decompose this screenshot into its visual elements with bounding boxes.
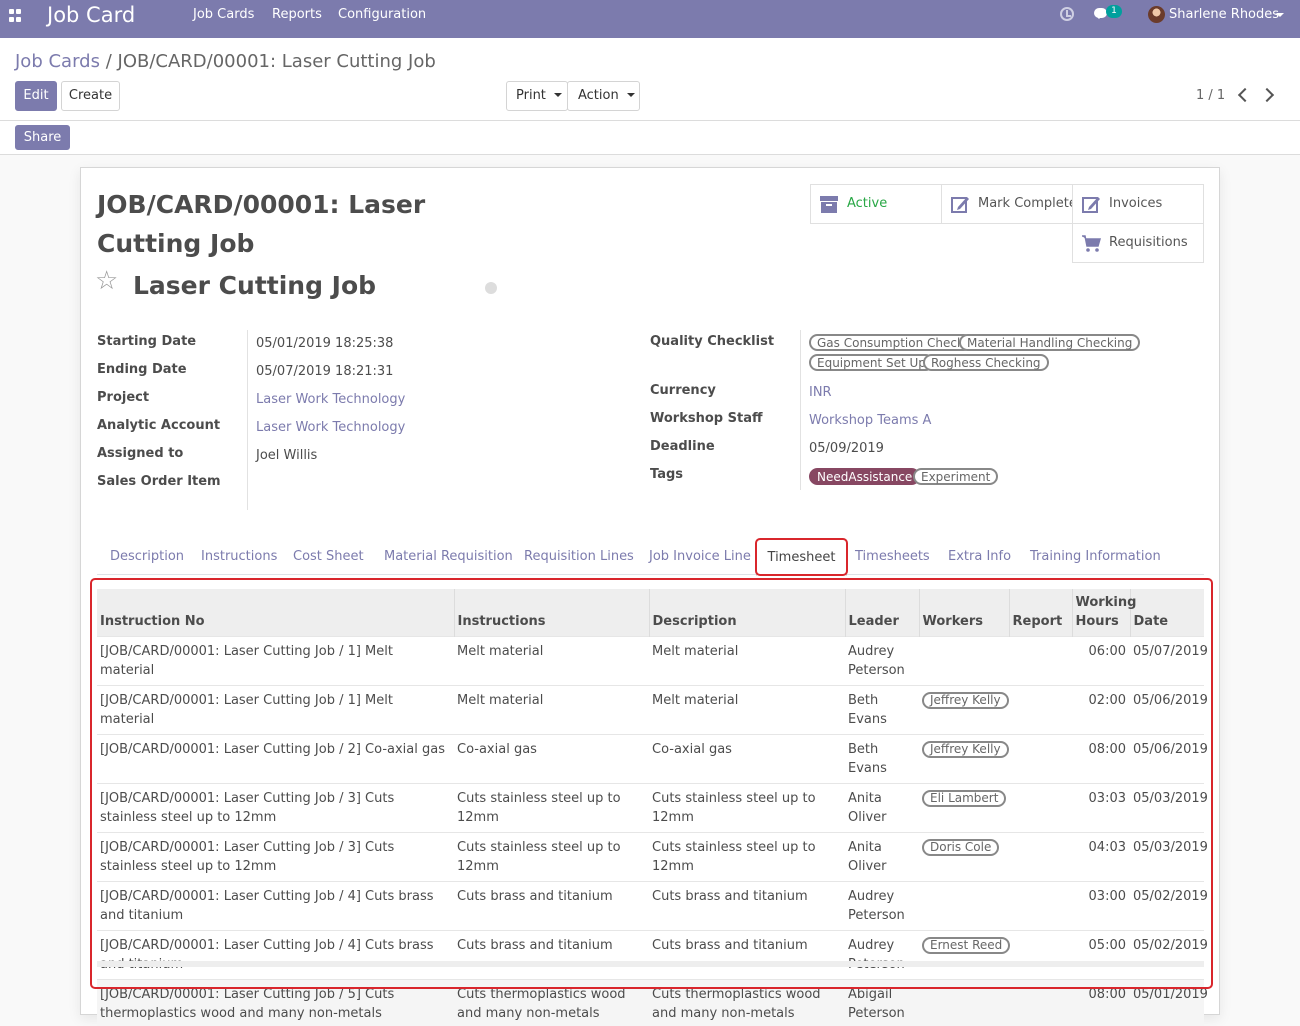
pager-value[interactable]: 1 / 1: [1196, 88, 1225, 103]
tab-cost-sheet[interactable]: Cost Sheet: [293, 549, 364, 564]
deadline-value: 05/09/2019: [809, 441, 884, 456]
timesheet-tab-highlight: [755, 538, 848, 576]
ending-date-label: Ending Date: [97, 362, 187, 377]
action-caret-icon: [626, 93, 635, 101]
analytic-account-link[interactable]: Laser Work Technology: [256, 420, 405, 435]
menu-reports[interactable]: Reports: [272, 7, 322, 22]
activity-clock-icon[interactable]: [1060, 7, 1074, 21]
tab-timesheets[interactable]: Timesheets: [855, 549, 930, 564]
share-button[interactable]: Share: [15, 125, 70, 150]
deadline-label: Deadline: [650, 439, 715, 454]
assigned-to-value: Joel Willis: [256, 448, 318, 463]
mark-complete-smart-button[interactable]: Mark Complete: [941, 184, 1077, 224]
pager-next-icon[interactable]: [1259, 87, 1275, 103]
starting-date-value: 05/01/2019 18:25:38: [256, 336, 394, 351]
tab-description[interactable]: Description: [110, 549, 184, 564]
currency-link[interactable]: INR: [809, 385, 832, 400]
menu-job-cards[interactable]: Job Cards: [193, 7, 254, 22]
top-navbar: Job Card Job Cards Reports Configuration…: [0, 0, 1300, 38]
create-button[interactable]: Create: [61, 81, 120, 111]
archive-box-icon: [820, 196, 838, 213]
starting-date-label: Starting Date: [97, 334, 197, 349]
quality-tag-material-handling[interactable]: Material Handling Checking: [959, 334, 1141, 351]
tag-experiment[interactable]: Experiment: [913, 468, 999, 485]
control-panel: Job Cards / JOB/CARD/00001: Laser Cuttin…: [0, 38, 1300, 155]
edit-square-icon: [1082, 197, 1100, 213]
currency-label: Currency: [650, 383, 716, 398]
invoices-label: Invoices: [1109, 196, 1163, 211]
requisitions-label: Requisitions: [1109, 235, 1188, 250]
tab-instructions[interactable]: Instructions: [201, 549, 277, 564]
project-link[interactable]: Laser Work Technology: [256, 392, 405, 407]
quality-tag-roghess-checking[interactable]: Roghess Checking: [923, 354, 1049, 371]
tab-requisition-lines[interactable]: Requisition Lines: [524, 549, 634, 564]
breadcrumb: Job Cards / JOB/CARD/00001: Laser Cuttin…: [15, 51, 436, 72]
requisitions-smart-button[interactable]: Requisitions: [1072, 223, 1204, 263]
tag-need-assistance[interactable]: NeedAssistance: [809, 468, 921, 485]
action-dropdown[interactable]: Action: [567, 81, 640, 111]
print-label: Print: [516, 88, 546, 103]
user-menu-caret-icon[interactable]: [1276, 13, 1284, 21]
right-group-separator: [800, 330, 801, 490]
app-brand[interactable]: Job Card: [47, 3, 135, 27]
messages-icon[interactable]: [1094, 8, 1107, 19]
left-group-separator: [247, 330, 248, 510]
action-label: Action: [578, 88, 619, 103]
breadcrumb-current: JOB/CARD/00001: Laser Cutting Job: [117, 51, 436, 72]
kanban-state-dot[interactable]: [485, 282, 497, 294]
invoices-smart-button[interactable]: Invoices: [1072, 184, 1204, 224]
breadcrumb-separator: /: [105, 51, 112, 72]
quality-checklist-label: Quality Checklist: [650, 334, 775, 349]
tab-job-invoice-line[interactable]: Job Invoice Line: [649, 549, 751, 564]
assigned-to-label: Assigned to: [97, 446, 184, 461]
apps-menu-icon[interactable]: [9, 9, 23, 23]
workshop-staff-link[interactable]: Workshop Teams A: [809, 413, 931, 428]
favorite-star-icon[interactable]: ☆: [95, 268, 118, 294]
edit-square-icon: [951, 197, 969, 213]
edit-button[interactable]: Edit: [15, 81, 57, 111]
shopping-cart-icon: [1082, 235, 1101, 252]
workshop-staff-label: Workshop Staff: [650, 411, 763, 426]
user-avatar[interactable]: [1148, 6, 1165, 23]
record-title: JOB/CARD/00001: Laser Cutting Job: [97, 190, 426, 258]
tags-label: Tags: [650, 467, 684, 482]
user-name[interactable]: Sharlene Rhodes: [1169, 7, 1279, 22]
tabs-underline: [97, 574, 1204, 575]
menu-configuration[interactable]: Configuration: [338, 7, 426, 22]
print-dropdown[interactable]: Print: [506, 81, 568, 111]
quality-tag-equipment-setup[interactable]: Equipment Set Up: [809, 354, 934, 371]
form-sheet: JOB/CARD/00001: Laser Cutting Job ☆ Lase…: [80, 167, 1220, 1026]
breadcrumb-parent-link[interactable]: Job Cards: [15, 51, 100, 72]
control-panel-divider: [0, 120, 1300, 121]
mark-complete-label: Mark Complete: [978, 196, 1077, 211]
tab-training-information[interactable]: Training Information: [1030, 549, 1161, 564]
tab-extra-info[interactable]: Extra Info: [948, 549, 1011, 564]
tab-material-requisition[interactable]: Material Requisition: [384, 549, 513, 564]
messages-count-badge: 1: [1106, 5, 1122, 18]
active-label: Active: [847, 196, 888, 211]
ending-date-value: 05/07/2019 18:21:31: [256, 364, 394, 379]
record-subtitle: Laser Cutting Job: [133, 271, 377, 300]
analytic-account-label: Analytic Account: [97, 418, 221, 433]
sales-order-item-label: Sales Order Item: [97, 474, 221, 489]
print-caret-icon: [553, 93, 562, 101]
active-smart-button[interactable]: Active: [810, 184, 942, 224]
project-label: Project: [97, 390, 150, 405]
pager-previous-icon[interactable]: [1237, 87, 1253, 103]
timesheet-table-highlight: [90, 578, 1213, 989]
quality-tag-gas-consumption[interactable]: Gas Consumption Check: [809, 334, 972, 351]
